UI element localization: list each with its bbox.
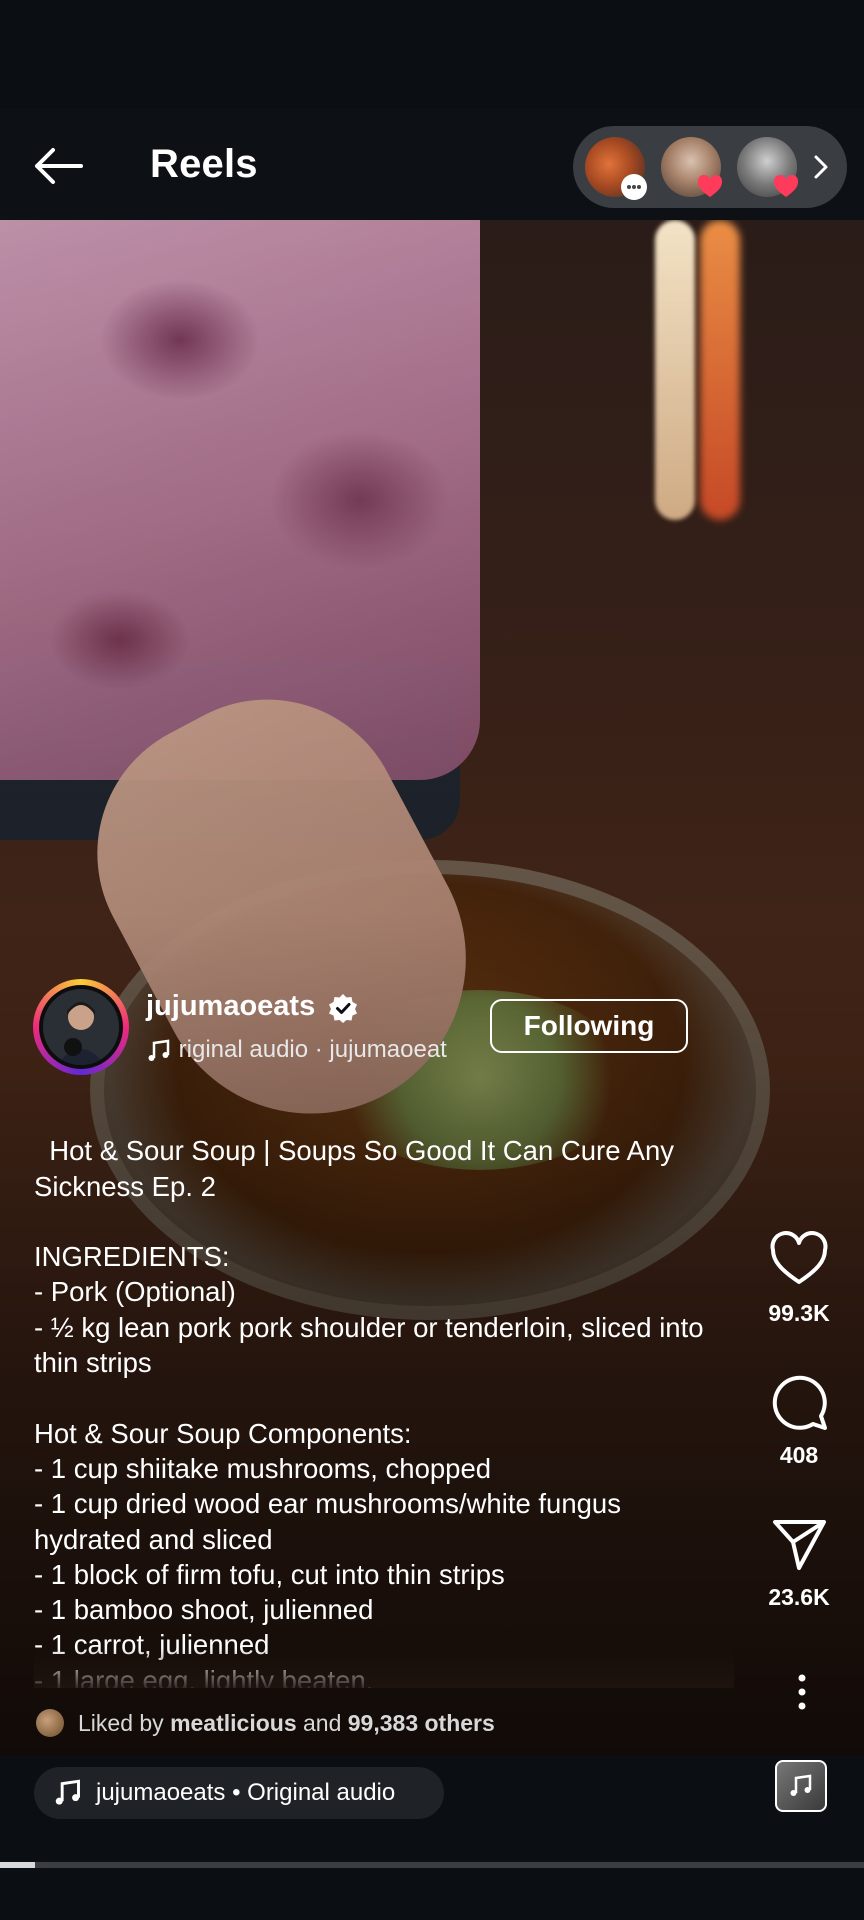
liked-by-name[interactable]: meatlicious [170, 1710, 297, 1737]
message-bubble-icon [621, 174, 647, 200]
music-note-icon [148, 1039, 170, 1061]
send-icon [773, 1520, 826, 1570]
friends-activity-pill[interactable] [573, 126, 847, 208]
like-count: 99.3K [768, 1300, 830, 1326]
caption-fade [34, 1648, 734, 1688]
like-button[interactable]: 99.3K [734, 1230, 864, 1327]
username[interactable]: jujumaoeats [146, 990, 315, 1023]
status-bar-area [0, 0, 864, 108]
music-note-icon [790, 1774, 812, 1796]
heart-badge-icon [697, 174, 723, 200]
verified-badge-icon [329, 994, 357, 1023]
back-arrow-icon [35, 148, 83, 184]
audio-row[interactable]: riginal audio · jujumaoeat [146, 1036, 471, 1064]
comment-icon [772, 1375, 827, 1430]
caption[interactable]: Hot & Sour Soup | Soups So Good It Can C… [34, 1098, 734, 1688]
playback-progress-bar[interactable] [0, 1862, 864, 1868]
back-button[interactable] [30, 138, 86, 194]
share-count: 23.6K [768, 1584, 830, 1610]
chevron-right-icon [814, 155, 828, 179]
following-button[interactable]: Following [490, 999, 688, 1053]
comment-button[interactable]: 408 [734, 1372, 864, 1469]
share-button[interactable]: 23.6K [734, 1514, 864, 1611]
liked-by-middle: and [296, 1709, 348, 1736]
heart-icon [770, 1231, 828, 1284]
audio-pill-label: jujumaoeats • Original audio [96, 1779, 396, 1806]
music-note-icon [55, 1779, 80, 1805]
liked-by-others[interactable]: 99,383 others [348, 1710, 495, 1737]
comment-count: 408 [779, 1442, 819, 1468]
profile-photo [43, 989, 119, 1065]
avatar[interactable] [39, 985, 123, 1069]
more-options-icon[interactable] [786, 1670, 818, 1718]
playback-progress-fill [0, 1862, 35, 1868]
audio-pill[interactable]: jujumaoeats • Original audio [34, 1767, 444, 1819]
heart-badge-icon [773, 174, 799, 200]
caption-text: Hot & Sour Soup | Soups So Good It Can C… [34, 1135, 704, 1688]
liker-avatar [36, 1709, 64, 1737]
liked-by-row[interactable]: Liked by meatlicious and 99,383 others [36, 1709, 495, 1737]
audio-row-label: riginal audio · jujumaoeat [178, 1036, 447, 1063]
liked-by-prefix: Liked by [78, 1709, 171, 1736]
audio-thumbnail[interactable] [775, 1760, 827, 1812]
page-title: Reels [150, 142, 258, 186]
